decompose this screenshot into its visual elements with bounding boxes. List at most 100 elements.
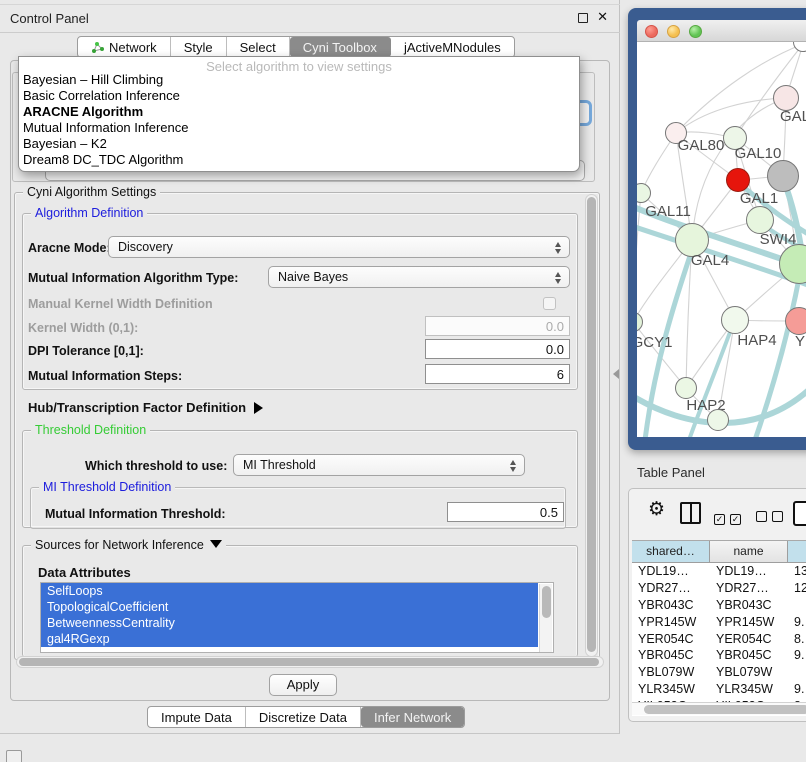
kernel-width-input[interactable]: [425, 316, 570, 336]
data-attribute-item[interactable]: TopologicalCoefficient: [41, 599, 538, 615]
column-header[interactable]: [788, 541, 806, 562]
network-icon: [91, 41, 104, 54]
sources-group-title[interactable]: Sources for Network Inference: [31, 538, 226, 552]
table-cell: YLR345W: [710, 681, 788, 698]
network-node-y[interactable]: [785, 307, 806, 335]
panel-splitter-handle[interactable]: [613, 369, 619, 379]
network-window-titlebar[interactable]: [637, 20, 806, 42]
node-label: GAL4: [691, 252, 729, 269]
table-row[interactable]: YBR043CYBR043C: [632, 597, 806, 614]
bottom-tab-infer-network[interactable]: Infer Network: [361, 707, 464, 727]
column-header[interactable]: shared…: [632, 541, 710, 562]
hub-definition-toggle[interactable]: Hub/Transcription Factor Definition: [28, 400, 263, 415]
threshold-definition-title: Threshold Definition: [31, 423, 150, 437]
algorithm-option[interactable]: Bayesian – Hill Climbing: [19, 72, 579, 88]
minimize-traffic-light[interactable]: [667, 25, 680, 38]
tab-label: Network: [109, 40, 157, 55]
tab-cyni-toolbox[interactable]: Cyni Toolbox: [290, 37, 391, 57]
algorithm-definition-title: Algorithm Definition: [31, 206, 147, 220]
table-row[interactable]: YDR27…YDR27…12: [632, 580, 806, 597]
algorithm-option[interactable]: ARACNE Algorithm: [19, 104, 579, 120]
network-node[interactable]: [707, 409, 729, 431]
algorithm-option[interactable]: Dream8 DC_TDC Algorithm: [19, 152, 579, 168]
gear-icon[interactable]: ⚙: [648, 498, 665, 521]
table-cell: YPR145W: [710, 614, 788, 631]
dpi-tolerance-input[interactable]: [425, 339, 570, 359]
aracne-mode-select[interactable]: Discovery: [108, 236, 570, 258]
data-attributes-label: Data Attributes: [38, 565, 131, 580]
close-traffic-light[interactable]: [645, 25, 658, 38]
close-panel-icon[interactable]: ✕: [597, 9, 608, 25]
tab-jactivemnodules[interactable]: jActiveMNodules: [391, 37, 514, 57]
bottom-tab-impute-data[interactable]: Impute Data: [148, 707, 246, 727]
table-row[interactable]: YER054CYER054C8.: [632, 631, 806, 648]
network-node[interactable]: [726, 168, 750, 192]
tab-label: Select: [240, 40, 276, 55]
table-cell: [788, 664, 806, 681]
node-label: GCY1: [637, 334, 672, 351]
node-label: GAL1: [740, 190, 778, 207]
table-row[interactable]: YBL079WYBL079W: [632, 664, 806, 681]
table-cell: 9.: [788, 614, 806, 631]
table-row[interactable]: YDL19…YDL19…13: [632, 563, 806, 580]
table-cell: YDL19…: [632, 563, 710, 580]
tab-style[interactable]: Style: [171, 37, 227, 57]
tab-label: jActiveMNodules: [404, 40, 501, 55]
network-node-hap2[interactable]: [675, 377, 697, 399]
bottom-tab-discretize-data[interactable]: Discretize Data: [246, 707, 361, 727]
tab-select[interactable]: Select: [227, 37, 290, 57]
mi-steps-input[interactable]: [425, 364, 570, 384]
table-horizontal-scrollbar[interactable]: [632, 702, 806, 715]
table-cell: 8.: [788, 631, 806, 648]
table-row[interactable]: YLR345WYLR345W9.: [632, 681, 806, 698]
attributes-scrollbar[interactable]: [539, 584, 552, 652]
data-attribute-item[interactable]: BetweennessCentrality: [41, 615, 538, 631]
mi-threshold-group-title: MI Threshold Definition: [39, 480, 175, 494]
hub-definition-label: Hub/Transcription Factor Definition: [28, 400, 246, 415]
deselect-all-checkboxes-icon[interactable]: [756, 509, 788, 527]
tab-network[interactable]: Network: [78, 37, 171, 57]
table-cell: YBR045C: [710, 647, 788, 664]
zoom-traffic-light[interactable]: [689, 25, 702, 38]
mi-threshold-label: Mutual Information Threshold:: [45, 507, 226, 521]
table-row[interactable]: YPR145WYPR145W9.: [632, 614, 806, 631]
table-cell: YER054C: [632, 631, 710, 648]
table-row[interactable]: YBR045CYBR045C9.: [632, 647, 806, 664]
split-columns-icon[interactable]: [680, 502, 701, 524]
expanded-arrow-icon: [210, 540, 222, 548]
bottom-tabbar: Impute DataDiscretize DataInfer Network: [147, 706, 465, 728]
algorithm-option[interactable]: Mutual Information Inference: [19, 120, 579, 136]
document-icon[interactable]: [793, 501, 806, 526]
node-table[interactable]: shared…name YDL19…YDL19…13YDR27…YDR27…12…: [632, 540, 806, 716]
table-cell: 9.: [788, 647, 806, 664]
node-label: GAL10: [735, 145, 782, 162]
algorithm-option[interactable]: Basic Correlation Inference: [19, 88, 579, 104]
mi-threshold-input[interactable]: [447, 502, 564, 522]
which-threshold-select[interactable]: MI Threshold: [233, 454, 525, 476]
data-attribute-item[interactable]: gal4RGexp: [41, 631, 538, 647]
bottom-left-grip-icon[interactable]: [6, 750, 22, 762]
network-node-gal1[interactable]: [746, 206, 774, 234]
mi-algorithm-type-select[interactable]: Naive Bayes: [268, 266, 570, 288]
column-header[interactable]: name: [710, 541, 788, 562]
control-panel-window: Control Panel ✕ Network Style Select Cyni T…: [0, 0, 620, 734]
network-node-hap4[interactable]: [721, 306, 749, 334]
select-all-checkboxes-icon[interactable]: ✓✓: [714, 509, 746, 527]
mi-steps-label: Mutual Information Steps:: [28, 369, 182, 383]
apply-button[interactable]: Apply: [269, 674, 337, 696]
stepper-icon: [555, 241, 562, 255]
data-attribute-item[interactable]: SelfLoops: [41, 583, 538, 599]
manual-kernel-checkbox[interactable]: [543, 297, 556, 310]
aracne-mode-value: Discovery: [118, 240, 173, 254]
float-window-icon[interactable]: [578, 13, 588, 23]
cyni-algorithm-settings-title: Cyni Algorithm Settings: [23, 185, 160, 199]
algorithm-option[interactable]: Bayesian – K2: [19, 136, 579, 152]
network-node[interactable]: [767, 160, 799, 192]
network-canvas[interactable]: GALGAL80GAL10GAL11GAL1SWI4GAL4GCY1HAP4YH…: [637, 42, 806, 437]
settings-horizontal-scrollbar[interactable]: [16, 656, 604, 668]
settings-vertical-scrollbar[interactable]: [585, 194, 598, 657]
table-cell: YBR043C: [710, 597, 788, 614]
data-attributes-list[interactable]: SelfLoopsTopologicalCoefficientBetweenne…: [40, 582, 554, 653]
control-panel-title: Control Panel: [10, 11, 89, 26]
stepper-icon: [510, 459, 517, 473]
